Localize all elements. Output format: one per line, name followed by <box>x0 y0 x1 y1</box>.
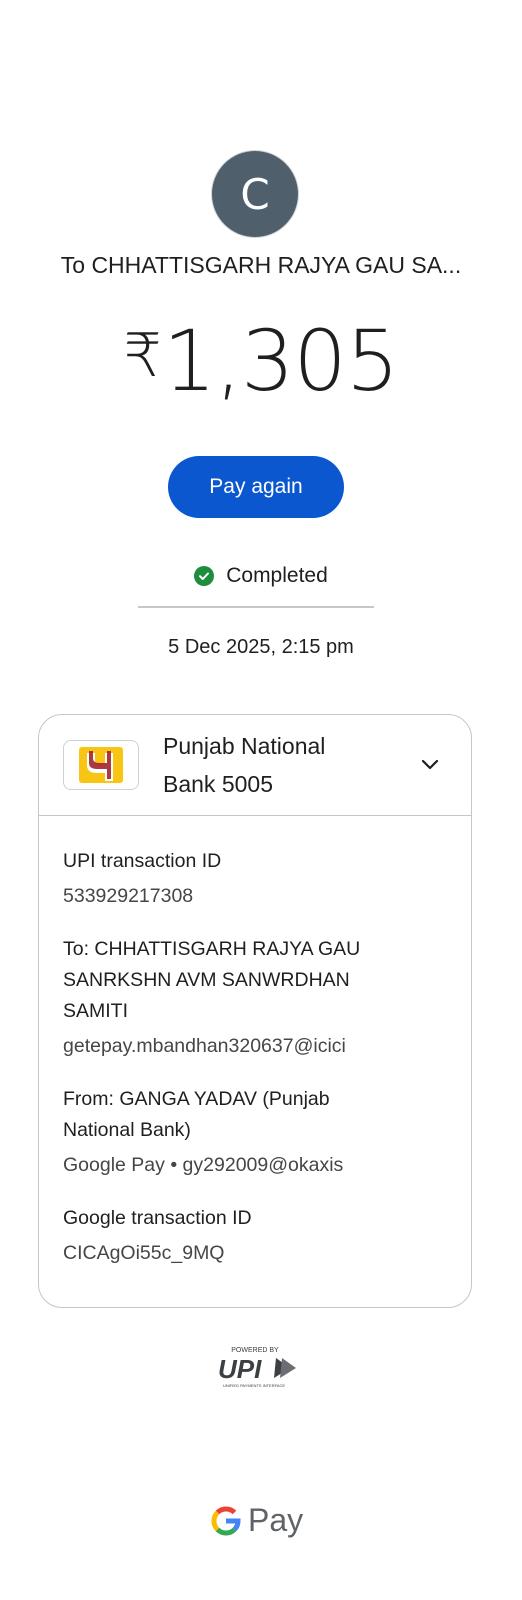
payee-title: To CHHATTISGARH RAJYA GAU SA... <box>60 252 462 278</box>
divider <box>138 606 374 608</box>
from-row: From: GANGA YADAV (Punjab National Bank)… <box>63 1084 447 1181</box>
google-transaction-id[interactable]: CICAgOi55c_9MQ <box>63 1238 447 1269</box>
bank-name: Punjab National Bank 5005 <box>163 727 325 803</box>
from-label-line1: From: GANGA YADAV (Punjab <box>63 1088 330 1110</box>
to-label-line1: To: CHHATTISGARH RAJYA GAU <box>63 938 361 960</box>
currency-symbol: ₹ <box>123 321 162 391</box>
transaction-details-card: Punjab National Bank 5005 UPI transactio… <box>38 714 472 1308</box>
from-label: From: GANGA YADAV (Punjab National Bank) <box>63 1084 447 1146</box>
avatar-initial: C <box>240 169 270 219</box>
bank-name-line2: Bank 5005 <box>163 771 273 797</box>
bank-name-line1: Punjab National <box>163 733 326 759</box>
check-circle-icon <box>194 566 215 586</box>
to-label-line3: SAMITI <box>63 1000 129 1022</box>
chevron-down-icon[interactable] <box>419 753 441 775</box>
google-pay-logo: Pay <box>210 1502 303 1539</box>
google-transaction-label: Google transaction ID <box>63 1207 252 1229</box>
google-transaction-row: Google transaction ID CICAgOi55c_9MQ <box>63 1203 447 1269</box>
account-row[interactable]: Punjab National Bank 5005 <box>39 715 471 816</box>
amount: ₹1,305 <box>0 312 522 410</box>
from-label-line2: National Bank) <box>63 1119 191 1141</box>
from-upi-id[interactable]: Google Pay • gy292009@okaxis <box>63 1150 447 1181</box>
to-upi-id[interactable]: getepay.mbandhan320637@icici <box>63 1031 447 1062</box>
to-row: To: CHHATTISGARH RAJYA GAU SANRKSHN AVM … <box>63 934 447 1062</box>
to-label: To: CHHATTISGARH RAJYA GAU SANRKSHN AVM … <box>63 934 447 1027</box>
pnb-logo-icon <box>63 740 139 790</box>
details-list: UPI transaction ID 533929217308 To: CHHA… <box>39 816 471 1269</box>
upi-tagline: UNIFIED PAYMENTS INTERFACE <box>223 1383 285 1388</box>
status-text: Completed <box>226 564 328 587</box>
to-label-line2: SANRKSHN AVM SANWRDHAN <box>63 969 350 991</box>
upi-wordmark: UPI <box>218 1354 262 1384</box>
payee-avatar: C <box>212 151 298 237</box>
transaction-datetime: 5 Dec 2025, 2:15 pm <box>168 636 354 658</box>
gpay-text: Pay <box>248 1502 304 1538</box>
upi-transaction-row: UPI transaction ID 533929217308 <box>63 846 447 912</box>
amount-value: 1,305 <box>162 312 399 410</box>
upi-transaction-label: UPI transaction ID <box>63 850 222 872</box>
transaction-status: Completed <box>0 564 522 588</box>
google-g-icon <box>211 1505 241 1535</box>
upi-powered-by: POWERED BY <box>231 1347 279 1354</box>
upi-logo-icon: POWERED BY UPI UNIFIED PAYMENTS INTERFAC… <box>218 1347 296 1388</box>
upi-transaction-id[interactable]: 533929217308 <box>63 881 447 912</box>
pay-again-button[interactable]: Pay again <box>168 456 344 518</box>
